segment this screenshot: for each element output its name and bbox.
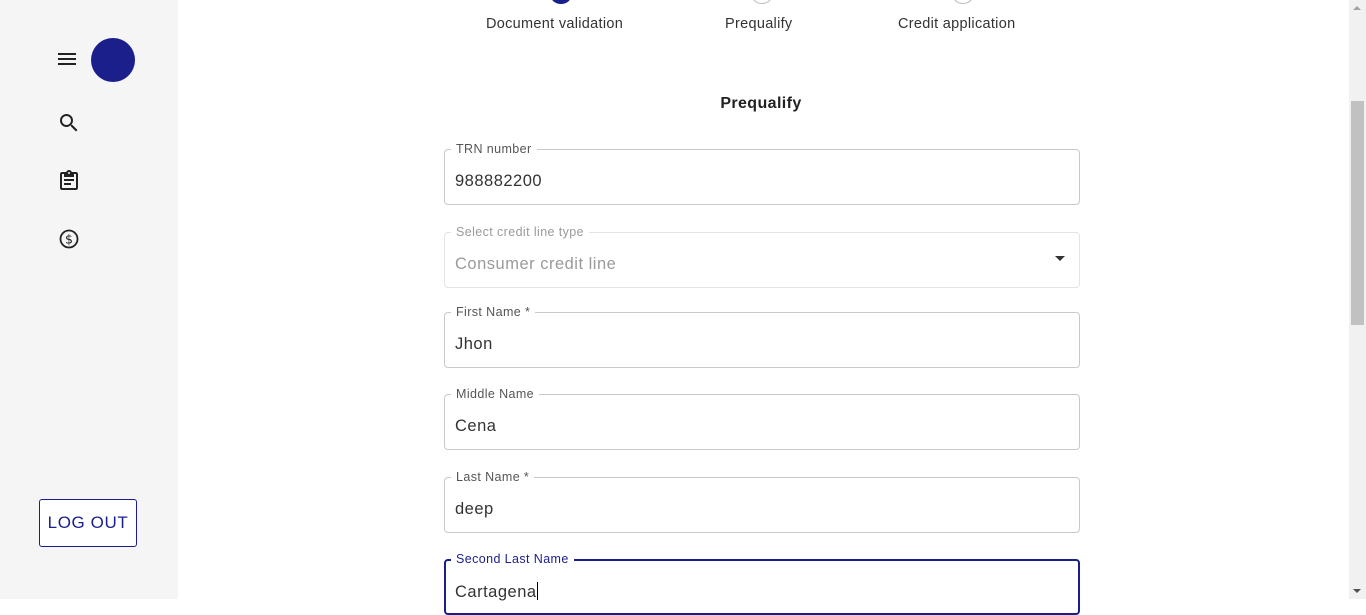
field-value-wrapper: Cartagena [455, 582, 538, 602]
last-name-field[interactable]: Last Name * deep [444, 470, 1080, 533]
step-label: Credit application [898, 16, 1016, 32]
scroll-thumb[interactable] [1351, 101, 1364, 325]
step-completed-icon [550, 0, 572, 4]
credit-line-type-select[interactable]: Select credit line type Consumer credit … [444, 225, 1080, 288]
field-label: Middle Name [451, 387, 540, 401]
text-cursor [536, 582, 538, 600]
svg-text:$: $ [65, 232, 73, 247]
main-content: Document validation Prequalify Credit ap… [178, 0, 1349, 615]
search-icon[interactable] [57, 111, 81, 135]
step-pending-icon [952, 0, 974, 4]
avatar[interactable] [91, 38, 135, 82]
field-value: Jhon [455, 335, 493, 353]
field-value: 988882200 [455, 172, 543, 190]
dropdown-arrow-icon[interactable] [1055, 256, 1065, 261]
first-name-field[interactable]: First Name * Jhon [444, 305, 1080, 368]
middle-name-field[interactable]: Middle Name Cena [444, 387, 1080, 450]
scroll-up-icon[interactable] [1353, 6, 1361, 10]
scroll-down-icon[interactable] [1353, 589, 1361, 593]
scrollbar[interactable] [1349, 0, 1366, 599]
field-value: deep [455, 500, 494, 518]
step-active-icon [751, 0, 773, 4]
field-value: Cena [455, 417, 497, 435]
sidebar: $ LOG OUT [0, 0, 178, 599]
field-value: Cartagena [455, 583, 537, 601]
field-label: Last Name * [451, 470, 535, 484]
field-label: TRN number [451, 142, 537, 156]
dollar-icon[interactable]: $ [57, 227, 81, 251]
step-label: Document validation [486, 16, 624, 32]
clipboard-icon[interactable] [57, 169, 81, 193]
field-label: First Name * [451, 305, 536, 319]
step-label: Prequalify [725, 16, 793, 32]
second-last-name-field[interactable]: Second Last Name Cartagena [444, 552, 1080, 615]
field-label: Select credit line type [451, 225, 590, 239]
menu-icon[interactable] [55, 47, 79, 71]
field-label: Second Last Name [451, 552, 574, 566]
trn-number-field[interactable]: TRN number 988882200 [444, 142, 1080, 205]
page-title: Prequalify [720, 95, 802, 112]
logout-button[interactable]: LOG OUT [39, 499, 137, 547]
field-value: Consumer credit line [455, 255, 617, 273]
